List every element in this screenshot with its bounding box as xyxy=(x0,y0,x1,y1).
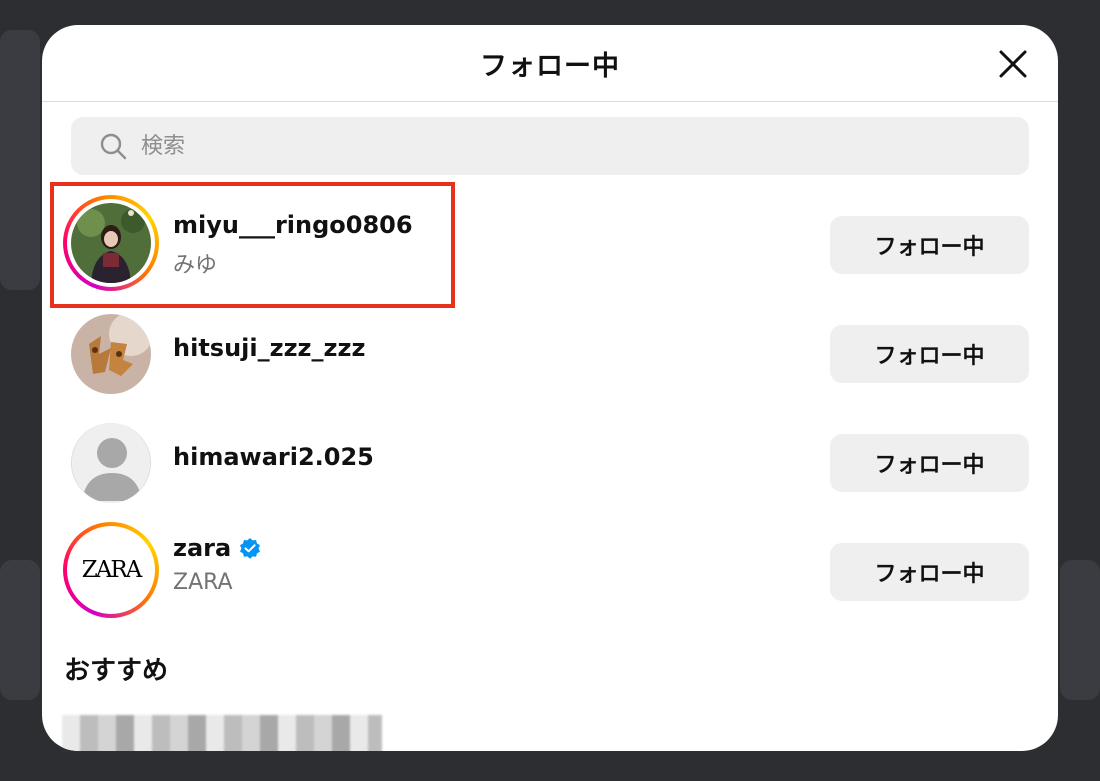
full-name: みゆ xyxy=(173,253,218,278)
following-modal: フォロー中 検索 miyu___ringo0806 みゆ フォロー中 hitsu… xyxy=(42,25,1058,751)
avatar[interactable] xyxy=(71,423,151,503)
avatar[interactable] xyxy=(71,314,151,394)
following-button[interactable]: フォロー中 xyxy=(830,216,1029,274)
username[interactable]: zara xyxy=(173,534,261,562)
modal-header: フォロー中 xyxy=(42,25,1058,102)
default-avatar-icon xyxy=(72,423,150,503)
list-item[interactable]: hitsuji_zzz_zzz フォロー中 xyxy=(42,294,1058,403)
recommended-heading: おすすめ xyxy=(64,656,169,686)
list-item[interactable]: ZARA zara ZARA フォロー中 xyxy=(42,512,1058,621)
verified-badge-icon xyxy=(240,538,261,559)
search-bar[interactable] xyxy=(71,117,1029,175)
following-button[interactable]: フォロー中 xyxy=(830,543,1029,601)
zara-logo: ZARA xyxy=(71,530,151,610)
blurred-content xyxy=(62,715,382,751)
following-button[interactable]: フォロー中 xyxy=(830,434,1029,492)
close-icon xyxy=(999,50,1027,78)
list-item[interactable]: himawari2.025 フォロー中 xyxy=(42,403,1058,512)
full-name: ZARA xyxy=(173,570,233,595)
search-icon xyxy=(100,133,127,160)
list-item[interactable]: miyu___ringo0806 みゆ フォロー中 xyxy=(42,185,1058,294)
avatar[interactable] xyxy=(63,195,159,291)
following-list: miyu___ringo0806 みゆ フォロー中 hitsuji_zzz_zz… xyxy=(42,185,1058,621)
profile-photo xyxy=(71,203,151,283)
following-button[interactable]: フォロー中 xyxy=(830,325,1029,383)
background-image xyxy=(0,560,40,700)
username[interactable]: miyu___ringo0806 xyxy=(173,211,413,239)
username[interactable]: hitsuji_zzz_zzz xyxy=(173,334,365,362)
close-button[interactable] xyxy=(996,47,1030,81)
profile-photo xyxy=(71,314,151,394)
search-input[interactable] xyxy=(141,133,941,159)
modal-title: フォロー中 xyxy=(480,50,620,82)
username[interactable]: himawari2.025 xyxy=(173,443,374,471)
background-image xyxy=(0,30,40,290)
background-image xyxy=(1060,560,1100,700)
avatar[interactable]: ZARA xyxy=(63,522,159,618)
